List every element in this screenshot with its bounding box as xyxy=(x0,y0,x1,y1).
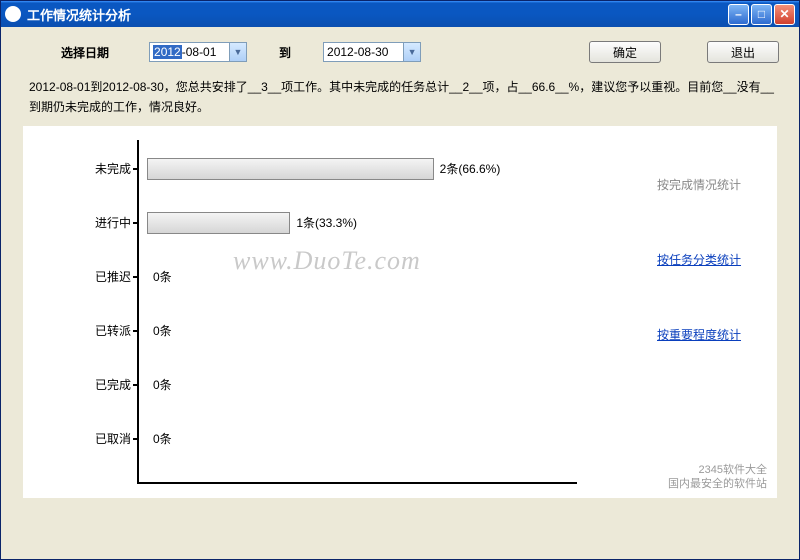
by-type-link[interactable]: 按任务分类统计 xyxy=(657,251,767,268)
content: 选择日期 2012-08-01 ▼ 到 2012-08-30 ▼ 确定 退出 2… xyxy=(1,27,799,559)
start-date-picker[interactable]: 2012-08-01 ▼ xyxy=(149,42,247,62)
chart-row: 未完成 2条(66.6%) xyxy=(51,156,611,182)
chevron-down-icon[interactable]: ▼ xyxy=(229,43,246,61)
footer-line1: 2345软件大全 xyxy=(668,463,767,477)
minimize-button[interactable]: – xyxy=(728,4,749,25)
category-label: 已推迟 xyxy=(51,268,139,285)
by-status-label: 按完成情况统计 xyxy=(657,176,767,193)
end-date-value: 2012-08-30 xyxy=(327,45,388,59)
footer-line2: 国内最安全的软件站 xyxy=(668,477,767,491)
start-date-sel: 2012 xyxy=(153,45,182,59)
bar-label: 0条 xyxy=(153,268,172,285)
close-button[interactable]: ✕ xyxy=(774,4,795,25)
category-label: 进行中 xyxy=(51,214,139,231)
window-title: 工作情况统计分析 xyxy=(27,5,728,24)
category-label: 已转派 xyxy=(51,322,139,339)
exit-button[interactable]: 退出 xyxy=(707,41,779,63)
chart-row: 已转派 0条 xyxy=(51,318,611,344)
chart-row: 已取消 0条 xyxy=(51,426,611,452)
confirm-button[interactable]: 确定 xyxy=(589,41,661,63)
x-axis xyxy=(137,482,577,484)
end-date-picker[interactable]: 2012-08-30 ▼ xyxy=(323,42,421,62)
by-priority-link[interactable]: 按重要程度统计 xyxy=(657,326,767,343)
app-icon xyxy=(5,6,21,22)
bar-label: 0条 xyxy=(153,376,172,393)
chart-row: 已推迟 0条 xyxy=(51,264,611,290)
filter-row: 选择日期 2012-08-01 ▼ 到 2012-08-30 ▼ 确定 退出 xyxy=(21,41,779,63)
chart-type-links: 按完成情况统计 按任务分类统计 按重要程度统计 xyxy=(657,176,767,343)
start-date-rest: -08-01 xyxy=(182,45,217,59)
footer-brand: 2345软件大全 国内最安全的软件站 xyxy=(668,463,767,492)
category-label: 未完成 xyxy=(51,160,139,177)
chevron-down-icon[interactable]: ▼ xyxy=(403,43,420,61)
maximize-button[interactable]: □ xyxy=(751,4,772,25)
bar-label: 1条(33.3%) xyxy=(296,214,357,231)
bar-label: 0条 xyxy=(153,430,172,447)
bar xyxy=(147,158,434,180)
chart-row: 进行中 1条(33.3%) xyxy=(51,210,611,236)
bar xyxy=(147,212,290,234)
titlebar: 工作情况统计分析 – □ ✕ xyxy=(1,1,799,27)
chart-pane: www.DuoTe.com 未完成2条(66.6%)进行中1条(33.3%)已推… xyxy=(23,126,777,498)
app-window: 工作情况统计分析 – □ ✕ 选择日期 2012-08-01 ▼ 到 2012-… xyxy=(0,0,800,560)
summary-text: 2012-08-01到2012-08-30，您总共安排了__3__项工作。其中未… xyxy=(29,77,779,118)
bar-label: 0条 xyxy=(153,322,172,339)
bar-label: 2条(66.6%) xyxy=(440,160,501,177)
category-label: 已完成 xyxy=(51,376,139,393)
window-controls: – □ ✕ xyxy=(728,4,795,25)
category-label: 已取消 xyxy=(51,430,139,447)
bar-chart: 未完成2条(66.6%)进行中1条(33.3%)已推迟0条已转派0条已完成0条已… xyxy=(51,140,611,484)
chart-row: 已完成 0条 xyxy=(51,372,611,398)
date-label: 选择日期 xyxy=(61,44,109,61)
to-label: 到 xyxy=(279,44,291,61)
